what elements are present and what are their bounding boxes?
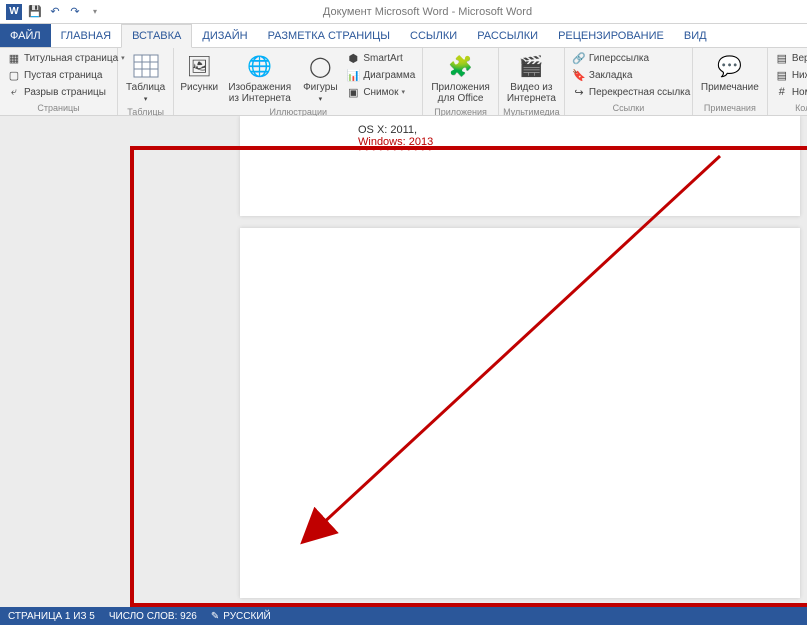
tab-insert[interactable]: ВСТАВКА — [121, 24, 192, 48]
shapes-icon: ◯ — [305, 52, 335, 80]
crossref-button[interactable]: ↪ Перекрестная ссылка — [569, 84, 693, 100]
footer-label: Нижний колонт — [792, 70, 807, 81]
screenshot-icon: ▣ — [346, 85, 360, 99]
bookmark-label: Закладка — [589, 70, 632, 81]
blank-page-icon: ▢ — [7, 68, 21, 82]
dropdown-icon: ▾ — [401, 88, 405, 96]
comment-label: Примечание — [701, 82, 759, 93]
group-headerfooter: ▤ Верхний колонт ▤ Нижний колонт # Номер… — [768, 48, 807, 115]
blank-page-button[interactable]: ▢ Пустая страница — [4, 67, 128, 83]
comment-icon: 💬 — [715, 52, 745, 80]
page-number-icon: # — [775, 85, 789, 99]
header-button[interactable]: ▤ Верхний колонт — [772, 50, 807, 66]
chart-icon: 📊 — [346, 68, 360, 82]
tab-review[interactable]: РЕЦЕНЗИРОВАНИЕ — [548, 24, 674, 47]
document-workspace[interactable]: OS X: 2011, Windows: 2013 — [0, 116, 807, 607]
word-icon: W — [6, 4, 22, 20]
tab-view[interactable]: ВИД — [674, 24, 717, 47]
header-icon: ▤ — [775, 51, 789, 65]
tab-file[interactable]: ФАЙЛ — [0, 24, 51, 47]
shapes-label: Фигуры▾ — [303, 82, 337, 104]
hyperlink-icon: 🔗 — [572, 51, 586, 65]
group-comments-label: Примечания — [697, 102, 763, 115]
save-icon[interactable]: 💾 — [28, 5, 42, 19]
annotation-highlight-box — [130, 146, 807, 607]
blank-page-label: Пустая страница — [24, 70, 102, 81]
hyperlink-label: Гиперссылка — [589, 53, 649, 64]
online-video-label: Видео из Интернета — [507, 82, 556, 104]
document-text: OS X: 2011, Windows: 2013 — [358, 124, 433, 148]
group-apps: 🧩 Приложения для Office Приложения — [423, 48, 499, 115]
smartart-button[interactable]: ⬢ SmartArt — [343, 50, 418, 66]
video-icon: 🎬 — [516, 52, 546, 80]
window-title: Документ Microsoft Word - Microsoft Word — [108, 6, 747, 18]
online-pictures-label: Изображения из Интернета — [226, 82, 293, 104]
spellcheck-icon: ✎ — [211, 611, 219, 622]
tab-layout[interactable]: РАЗМЕТКА СТРАНИЦЫ — [258, 24, 400, 47]
chart-label: Диаграмма — [363, 70, 415, 81]
page-number-label: Номер страницы — [792, 87, 807, 98]
page-break-label: Разрыв страницы — [24, 87, 106, 98]
header-label: Верхний колонт — [792, 53, 807, 64]
footer-icon: ▤ — [775, 68, 789, 82]
cover-page-button[interactable]: ▦ Титульная страница ▾ — [4, 50, 128, 66]
status-words[interactable]: ЧИСЛО СЛОВ: 926 — [109, 611, 197, 622]
group-headerfooter-label: Колонтитулы — [772, 102, 807, 115]
online-video-button[interactable]: 🎬 Видео из Интернета — [503, 50, 560, 106]
screenshot-button[interactable]: ▣ Снимок ▾ — [343, 84, 418, 100]
crossref-label: Перекрестная ссылка — [589, 87, 690, 98]
cover-page-icon: ▦ — [7, 51, 21, 65]
group-media: 🎬 Видео из Интернета Мультимедиа — [499, 48, 565, 115]
group-illustrations: 🖼 Рисунки 🌐 Изображения из Интернета ◯ Ф… — [174, 48, 423, 115]
pictures-icon: 🖼 — [184, 52, 214, 80]
ribbon: ▦ Титульная страница ▾ ▢ Пустая страница… — [0, 48, 807, 116]
hyperlink-button[interactable]: 🔗 Гиперссылка — [569, 50, 693, 66]
crossref-icon: ↪ — [572, 85, 586, 99]
titlebar: W 💾 ↶ ↷ ▾ Документ Microsoft Word - Micr… — [0, 0, 807, 24]
group-pages-label: Страницы — [4, 102, 113, 115]
smartart-label: SmartArt — [363, 53, 402, 64]
online-pictures-button[interactable]: 🌐 Изображения из Интернета — [222, 50, 297, 106]
pictures-label: Рисунки — [180, 82, 218, 93]
screenshot-label: Снимок — [363, 87, 398, 98]
table-label: Таблица▾ — [126, 82, 165, 104]
office-apps-label: Приложения для Office — [431, 82, 490, 104]
undo-icon[interactable]: ↶ — [48, 5, 62, 19]
footer-button[interactable]: ▤ Нижний колонт — [772, 67, 807, 83]
table-icon — [131, 52, 161, 80]
qat-customize-icon[interactable]: ▾ — [88, 5, 102, 19]
online-pictures-icon: 🌐 — [245, 52, 275, 80]
doc-line-1: OS X: 2011, — [358, 124, 433, 136]
tab-home[interactable]: ГЛАВНАЯ — [51, 24, 121, 47]
statusbar: СТРАНИЦА 1 ИЗ 5 ЧИСЛО СЛОВ: 926 ✎ РУССКИ… — [0, 607, 807, 625]
chart-button[interactable]: 📊 Диаграмма — [343, 67, 418, 83]
status-page[interactable]: СТРАНИЦА 1 ИЗ 5 — [8, 611, 95, 622]
ribbon-tabs: ФАЙЛ ГЛАВНАЯ ВСТАВКА ДИЗАЙН РАЗМЕТКА СТР… — [0, 24, 807, 48]
group-pages: ▦ Титульная страница ▾ ▢ Пустая страница… — [0, 48, 118, 115]
office-apps-icon: 🧩 — [446, 52, 476, 80]
group-comments: 💬 Примечание Примечания — [693, 48, 768, 115]
shapes-button[interactable]: ◯ Фигуры▾ — [299, 50, 341, 106]
table-button[interactable]: Таблица▾ — [122, 50, 169, 106]
smartart-icon: ⬢ — [346, 51, 360, 65]
group-tables: Таблица▾ Таблицы — [118, 48, 174, 115]
pictures-button[interactable]: 🖼 Рисунки — [178, 50, 220, 95]
status-language[interactable]: ✎ РУССКИЙ — [211, 611, 271, 622]
quick-access-toolbar: W 💾 ↶ ↷ ▾ — [0, 4, 108, 20]
group-links: 🔗 Гиперссылка 🔖 Закладка ↪ Перекрестная … — [565, 48, 693, 115]
tab-mailings[interactable]: РАССЫЛКИ — [467, 24, 548, 47]
comment-button[interactable]: 💬 Примечание — [697, 50, 763, 95]
page-break-icon: ⤶ — [7, 85, 21, 99]
cover-page-label: Титульная страница — [24, 53, 118, 64]
redo-icon[interactable]: ↷ — [68, 5, 82, 19]
bookmark-icon: 🔖 — [572, 68, 586, 82]
tab-design[interactable]: ДИЗАЙН — [192, 24, 257, 47]
page-number-button[interactable]: # Номер страницы — [772, 84, 807, 100]
office-apps-button[interactable]: 🧩 Приложения для Office — [427, 50, 494, 106]
bookmark-button[interactable]: 🔖 Закладка — [569, 67, 693, 83]
page-break-button[interactable]: ⤶ Разрыв страницы — [4, 84, 128, 100]
tab-references[interactable]: ССЫЛКИ — [400, 24, 467, 47]
group-links-label: Ссылки — [569, 102, 688, 115]
